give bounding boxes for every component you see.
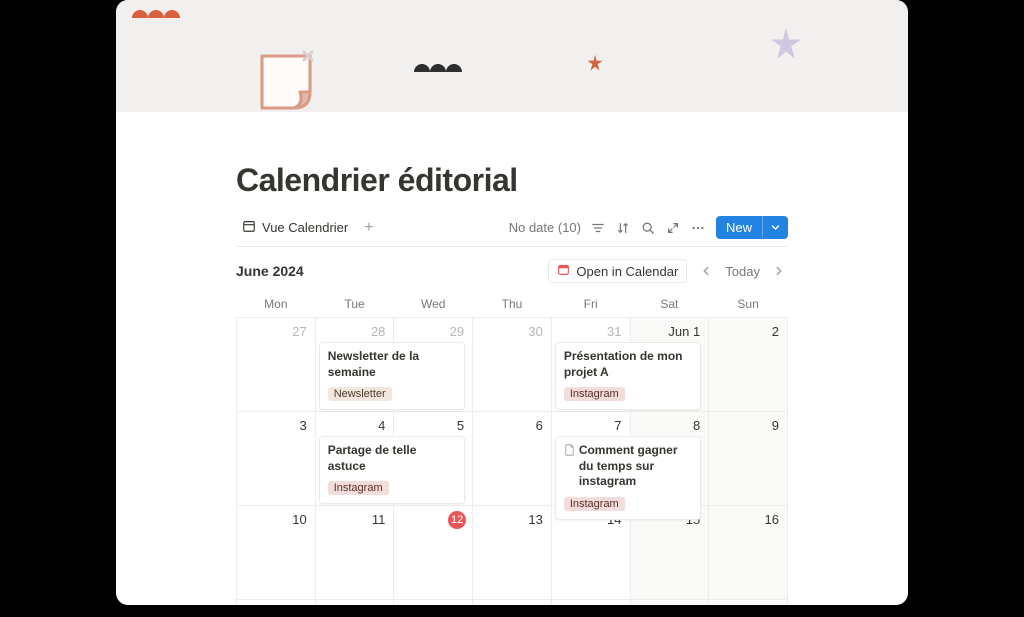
day-cell[interactable]: 3 (237, 412, 316, 506)
day-cell[interactable]: 6 (473, 412, 552, 506)
day-cell[interactable]: 4 Partage de telle astuce Instagram (315, 412, 394, 506)
event-tag: Instagram (564, 497, 625, 511)
view-tab-calendar[interactable]: Vue Calendrier (236, 215, 354, 240)
event-title: Partage de telle astuce (328, 443, 456, 474)
day-cell[interactable]: 27 (237, 318, 316, 412)
day-number: 8 (693, 418, 700, 433)
month-bar: June 2024 Open in Calendar Today (236, 247, 788, 293)
event-tag: Instagram (328, 481, 389, 495)
day-number-today: 12 (448, 511, 466, 529)
day-number: Jun 1 (668, 324, 700, 339)
open-in-calendar-button[interactable]: Open in Calendar (548, 259, 687, 283)
no-date-filter[interactable]: No date (10) (509, 220, 581, 235)
day-number: 27 (292, 324, 306, 339)
weekday-header: Tue (315, 293, 394, 318)
day-cell[interactable]: 2 (709, 318, 788, 412)
weekday-header: Thu (473, 293, 552, 318)
day-number: 5 (457, 418, 464, 433)
event-card[interactable]: Newsletter de la semaine Newsletter (319, 342, 465, 410)
day-number: 30 (528, 324, 542, 339)
search-icon[interactable] (641, 220, 656, 235)
day-cell[interactable]: 31 Présentation de mon projet A Instagra… (551, 318, 630, 412)
day-cell[interactable]: 17 (237, 600, 316, 606)
weekday-header: Sat (630, 293, 709, 318)
day-cell[interactable]: 12 (394, 506, 473, 600)
day-cell[interactable]: 20 (473, 600, 552, 606)
event-title: Comment gagner du temps sur instagram (564, 443, 692, 490)
page-title: Calendrier éditorial (236, 162, 788, 199)
page-icon (564, 444, 575, 460)
view-tab-label: Vue Calendrier (262, 220, 348, 235)
month-label: June 2024 (236, 263, 304, 279)
day-cell[interactable]: 22 (630, 600, 709, 606)
app-frame: Calendrier éditorial Vue Calendrier + No… (116, 0, 908, 605)
calendar-grid: Mon Tue Wed Thu Fri Sat Sun 27 28 (236, 293, 788, 605)
add-view-button[interactable]: + (360, 219, 377, 237)
day-cell[interactable]: 19 (394, 600, 473, 606)
weekday-header: Sun (709, 293, 788, 318)
cover-star-lavender-icon (768, 26, 804, 67)
day-number: 28 (371, 324, 385, 339)
event-card[interactable]: Partage de telle astuce Instagram (319, 436, 465, 504)
day-number: 3 (299, 418, 306, 433)
day-number: 9 (772, 418, 779, 433)
cover-bumps-black-icon (414, 56, 462, 77)
prev-month-button[interactable] (697, 262, 715, 281)
weekday-header: Wed (394, 293, 473, 318)
day-number: 6 (536, 418, 543, 433)
page-icon-sticky-note[interactable] (252, 48, 322, 123)
new-button[interactable]: New (716, 216, 788, 239)
day-number: 2 (772, 324, 779, 339)
day-cell[interactable]: 21 (551, 600, 630, 606)
day-cell[interactable]: 28 Newsletter de la semaine Newsletter (315, 318, 394, 412)
calendar-app-icon (557, 263, 570, 279)
new-button-label: New (716, 216, 762, 239)
day-cell[interactable]: 9 (709, 412, 788, 506)
day-cell[interactable]: 11 (315, 506, 394, 600)
day-number: 4 (378, 418, 385, 433)
day-number: 31 (607, 324, 621, 339)
day-cell[interactable]: 13 (473, 506, 552, 600)
calendar-icon (242, 219, 256, 236)
cover-area (116, 0, 908, 112)
view-bar: Vue Calendrier + No date (10) (236, 215, 788, 247)
day-cell[interactable]: 7 Comment gagner du temps sur instagram … (551, 412, 630, 506)
event-tag: Instagram (564, 387, 625, 401)
sort-icon[interactable] (616, 220, 631, 235)
open-in-calendar-label: Open in Calendar (576, 264, 678, 279)
day-number: 29 (450, 324, 464, 339)
day-cell[interactable]: 30 (473, 318, 552, 412)
cover-star-orange-icon (586, 54, 604, 77)
page-body: Calendrier éditorial Vue Calendrier + No… (116, 112, 908, 605)
new-button-chevron[interactable] (762, 216, 788, 239)
day-cell[interactable]: 23 (709, 600, 788, 606)
more-icon[interactable] (691, 220, 706, 235)
expand-icon[interactable] (666, 220, 681, 235)
weekday-header: Fri (551, 293, 630, 318)
day-cell[interactable]: 18 (315, 600, 394, 606)
day-cell[interactable]: 16 (709, 506, 788, 600)
event-tag: Newsletter (328, 387, 392, 401)
filter-icon[interactable] (591, 220, 606, 235)
day-number: 10 (292, 512, 306, 527)
event-card[interactable]: Comment gagner du temps sur instagram In… (555, 436, 701, 520)
next-month-button[interactable] (770, 262, 788, 281)
event-card[interactable]: Présentation de mon projet A Instagram (555, 342, 701, 410)
event-title: Présentation de mon projet A (564, 349, 692, 380)
today-button[interactable]: Today (725, 264, 760, 279)
weekday-header: Mon (237, 293, 316, 318)
day-number: 13 (528, 512, 542, 527)
day-number: 11 (372, 512, 386, 527)
day-number: 7 (614, 418, 621, 433)
event-title: Newsletter de la semaine (328, 349, 456, 380)
cover-bumps-orange-icon (132, 2, 180, 23)
day-cell[interactable]: 10 (237, 506, 316, 600)
day-number: 16 (765, 512, 779, 527)
